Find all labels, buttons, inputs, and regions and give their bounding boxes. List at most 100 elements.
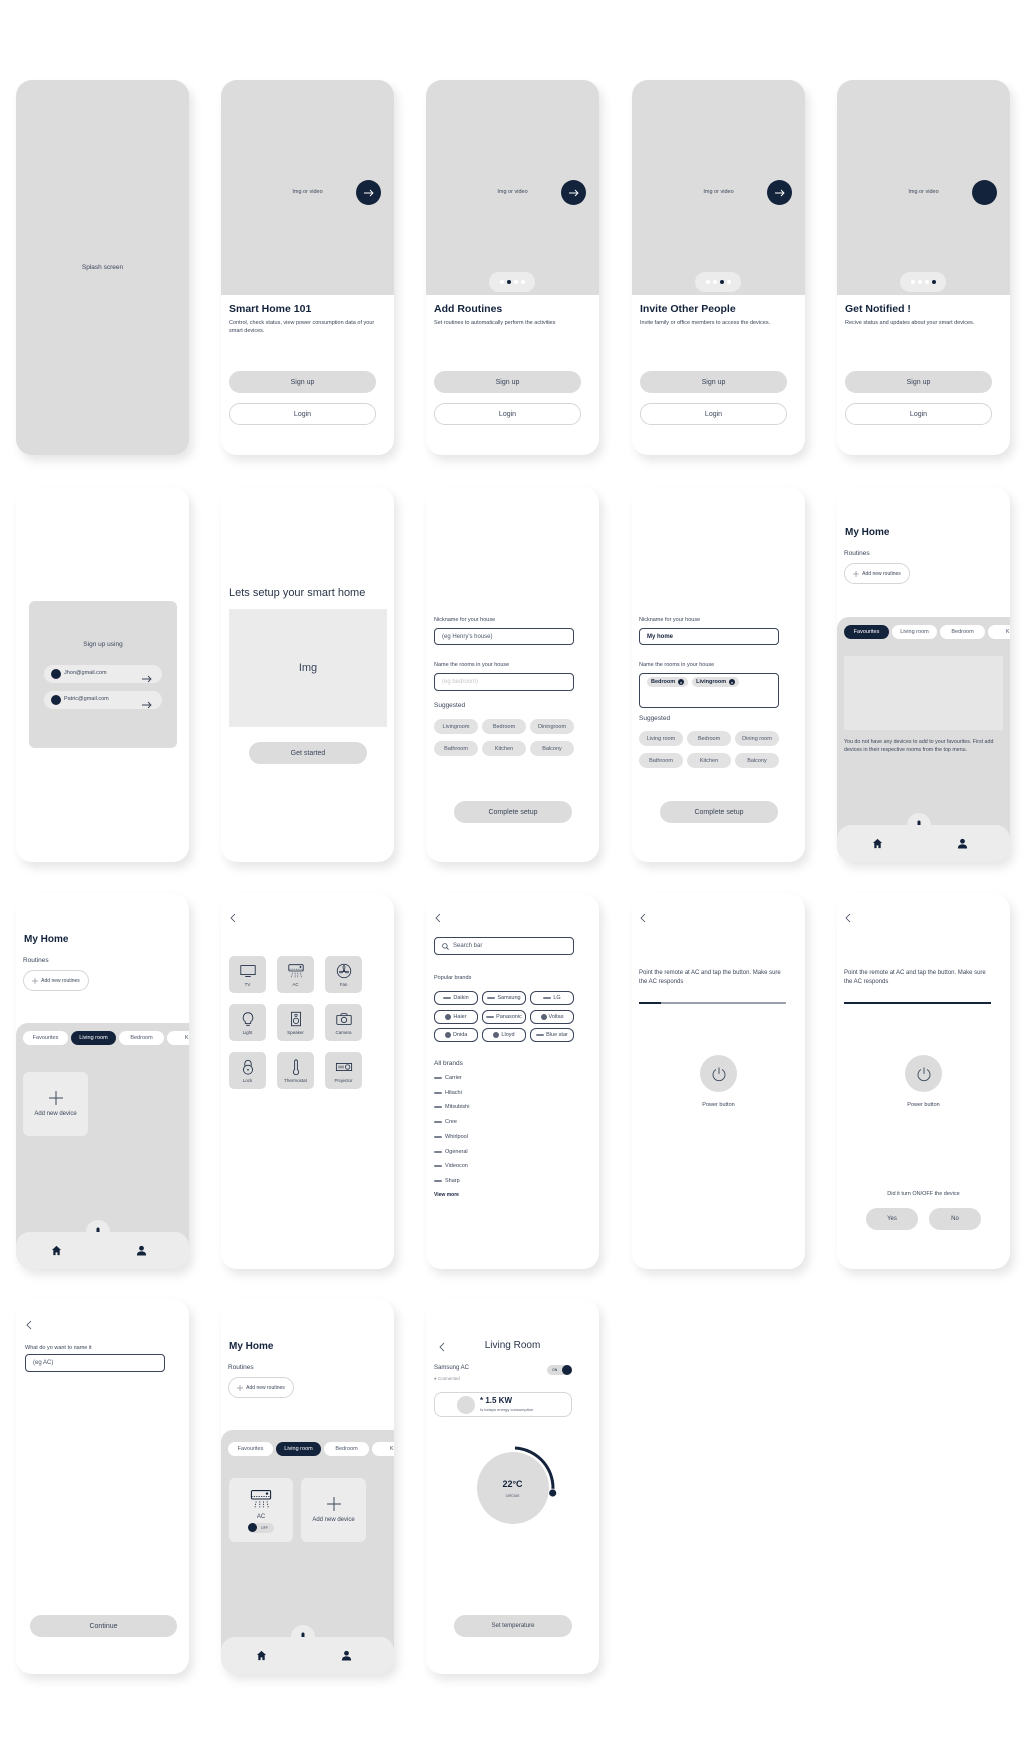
- view-more-link[interactable]: View more: [434, 1192, 459, 1198]
- device-type-tile[interactable]: Camera: [325, 1004, 362, 1041]
- nav-profile[interactable]: [133, 1242, 149, 1258]
- yes-button[interactable]: Yes: [866, 1208, 918, 1230]
- popular-brand-chip[interactable]: Blue star: [530, 1028, 574, 1042]
- popular-brand-chip[interactable]: Onida: [434, 1028, 478, 1042]
- add-device-tile[interactable]: Add new device: [23, 1072, 88, 1136]
- brand-list-item[interactable]: Cree: [434, 1119, 457, 1125]
- popular-brand-chip[interactable]: LG: [530, 991, 574, 1005]
- next-button[interactable]: [972, 180, 997, 205]
- back-button[interactable]: [844, 910, 854, 923]
- suggestion-chip[interactable]: Livingroom: [434, 719, 478, 734]
- room-tab[interactable]: Bedroom: [940, 625, 985, 639]
- suggestion-chip[interactable]: Bedroom: [482, 719, 526, 734]
- remove-tag-icon[interactable]: ×: [678, 679, 685, 685]
- device-name-input[interactable]: (eg AC): [25, 1354, 165, 1372]
- next-button[interactable]: [356, 180, 381, 205]
- page-dot[interactable]: [506, 280, 511, 284]
- login-button[interactable]: Login: [229, 403, 376, 425]
- device-type-tile[interactable]: Fan: [325, 956, 362, 993]
- suggestion-chip[interactable]: Bathroom: [639, 753, 683, 768]
- add-routine-button[interactable]: Add new routines: [23, 970, 89, 991]
- brand-list-item[interactable]: Carrier: [434, 1075, 462, 1081]
- suggestion-chip[interactable]: Balcony: [735, 753, 779, 768]
- power-button[interactable]: [905, 1055, 942, 1092]
- page-dot[interactable]: [910, 280, 915, 284]
- back-button[interactable]: [639, 910, 649, 923]
- sign-up-button[interactable]: Sign up: [229, 371, 376, 393]
- device-type-tile[interactable]: Light: [229, 1004, 266, 1041]
- add-routine-button[interactable]: Add new routines: [228, 1377, 294, 1398]
- room-tab[interactable]: Kitc: [372, 1442, 394, 1456]
- suggestion-chip[interactable]: Bedroom: [687, 731, 731, 746]
- popular-brand-chip[interactable]: Voltas: [530, 1009, 574, 1024]
- page-dot[interactable]: [705, 280, 710, 284]
- next-button[interactable]: [767, 180, 792, 205]
- device-type-tile[interactable]: TV: [229, 956, 266, 993]
- suggestion-chip[interactable]: Dining room: [735, 731, 779, 746]
- back-button[interactable]: [434, 910, 444, 923]
- brand-list-item[interactable]: Hitachi: [434, 1090, 462, 1096]
- suggestion-chip[interactable]: Balcony: [530, 741, 574, 756]
- add-device-tile[interactable]: Add new device: [301, 1478, 366, 1542]
- brand-list-item[interactable]: Mitsubishi: [434, 1104, 469, 1110]
- back-button[interactable]: [25, 1317, 35, 1330]
- page-dot[interactable]: [513, 280, 518, 284]
- device-type-tile[interactable]: AC: [277, 956, 314, 993]
- suggestion-chip[interactable]: Living room: [639, 731, 683, 746]
- nav-home[interactable]: [48, 1242, 64, 1258]
- room-tab[interactable]: Favourites: [228, 1442, 273, 1456]
- get-started-button[interactable]: Get started: [249, 742, 367, 764]
- no-button[interactable]: No: [929, 1208, 981, 1230]
- suggestion-chip[interactable]: Kitchen: [687, 753, 731, 768]
- room-tab[interactable]: Favourites: [23, 1031, 68, 1045]
- rooms-input[interactable]: (eg bedroom): [434, 673, 574, 691]
- brand-list-item[interactable]: Ogeneral: [434, 1149, 468, 1155]
- remove-tag-icon[interactable]: ×: [729, 679, 736, 685]
- page-dot[interactable]: [726, 280, 731, 284]
- nav-home[interactable]: [253, 1647, 269, 1663]
- popular-brand-chip[interactable]: Haier: [434, 1009, 478, 1024]
- room-tab[interactable]: Bedroom: [119, 1031, 164, 1045]
- suggestion-chip[interactable]: Diningroom: [530, 719, 574, 734]
- account-option[interactable]: Patric@gmail.com: [44, 691, 162, 709]
- account-option[interactable]: Jhon@gmail.com: [44, 665, 162, 683]
- device-type-tile[interactable]: Thermostat: [277, 1052, 314, 1089]
- page-dot[interactable]: [520, 280, 525, 284]
- suggestion-chip[interactable]: Kitchen: [482, 741, 526, 756]
- device-toggle[interactable]: OFF: [248, 1523, 274, 1533]
- complete-setup-button[interactable]: Complete setup: [660, 801, 778, 823]
- sign-up-button[interactable]: Sign up: [434, 371, 581, 393]
- nickname-input[interactable]: My home: [639, 628, 779, 645]
- room-tab[interactable]: Living room: [71, 1031, 116, 1045]
- page-dot[interactable]: [719, 280, 724, 284]
- login-button[interactable]: Login: [434, 403, 581, 425]
- page-dot[interactable]: [931, 280, 936, 284]
- power-button[interactable]: [700, 1055, 737, 1092]
- room-tab[interactable]: Kitc: [988, 625, 1010, 639]
- login-button[interactable]: Login: [845, 403, 992, 425]
- room-tab[interactable]: Living room: [892, 625, 937, 639]
- page-dot[interactable]: [917, 280, 922, 284]
- sign-up-button[interactable]: Sign up: [845, 371, 992, 393]
- brand-list-item[interactable]: Videocon: [434, 1163, 468, 1169]
- set-temperature-button[interactable]: Set temperature: [454, 1615, 572, 1637]
- continue-button[interactable]: Continue: [30, 1615, 177, 1637]
- page-dot[interactable]: [499, 280, 504, 284]
- sign-up-button[interactable]: Sign up: [640, 371, 787, 393]
- device-type-tile[interactable]: Speaker: [277, 1004, 314, 1041]
- popular-brand-chip[interactable]: Panasonic: [482, 1009, 526, 1024]
- next-button[interactable]: [561, 180, 586, 205]
- login-button[interactable]: Login: [640, 403, 787, 425]
- room-tab[interactable]: Living room: [276, 1442, 321, 1456]
- nav-home[interactable]: [869, 835, 885, 851]
- nickname-input[interactable]: (eg Henry's house): [434, 628, 574, 645]
- nav-profile[interactable]: [338, 1647, 354, 1663]
- back-button[interactable]: [229, 910, 239, 923]
- popular-brand-chip[interactable]: Daikin: [434, 991, 478, 1005]
- rooms-input[interactable]: Bedroom × Livingroom ×: [639, 673, 779, 708]
- room-tab[interactable]: Bedroom: [324, 1442, 369, 1456]
- room-tab[interactable]: Kitc: [167, 1031, 189, 1045]
- room-tab[interactable]: Favourites: [844, 625, 889, 639]
- brand-list-item[interactable]: Sharp: [434, 1178, 460, 1184]
- popular-brand-chip[interactable]: Samsung: [482, 991, 526, 1005]
